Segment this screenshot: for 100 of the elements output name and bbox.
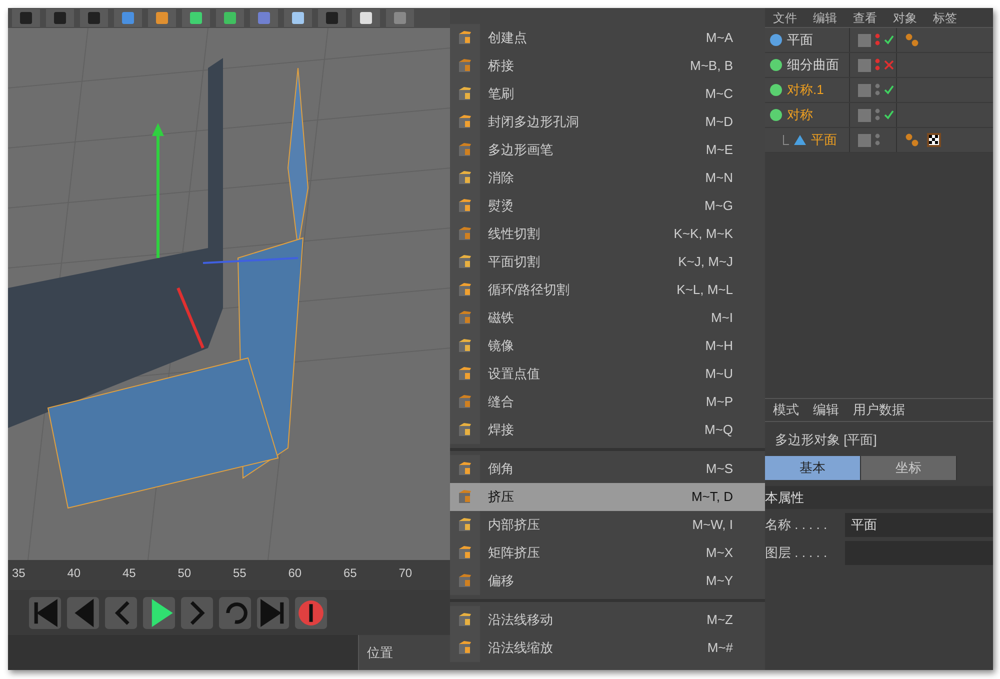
menu-bar-item[interactable]: 标签	[933, 8, 957, 26]
menu-item[interactable]: 创建点 M~A	[450, 24, 765, 52]
menu-item[interactable]: 挤压 M~T, D	[450, 483, 765, 511]
menu-item[interactable]: 焊接 M~Q	[450, 416, 765, 444]
object-icon	[793, 133, 807, 147]
menu-item[interactable]: 内部挤压 M~W, I	[450, 511, 765, 539]
menu-item-label: 创建点	[488, 29, 528, 48]
object-name[interactable]: 平面	[787, 30, 813, 50]
layer-swatch[interactable]	[858, 134, 871, 146]
toolbar-icon[interactable]	[318, 9, 346, 27]
cross-icon[interactable]	[884, 60, 894, 70]
go-to-end-icon[interactable]	[256, 596, 290, 628]
menu-bar-item[interactable]: 文件	[773, 8, 797, 26]
visibility-dots-icon[interactable]	[875, 108, 880, 122]
menu-item[interactable]: 倒角 M~S	[450, 455, 765, 483]
menu-item[interactable]: 桥接 M~B, B	[450, 52, 765, 80]
tag-icon[interactable]	[905, 33, 919, 47]
timeline-tick-label: 50	[176, 565, 192, 582]
toolbar-icon[interactable]	[46, 9, 74, 27]
toolbar-icon[interactable]	[80, 9, 108, 27]
shortcut-label: M~E	[706, 141, 733, 160]
visibility-dots-icon[interactable]	[875, 83, 880, 97]
menu-item[interactable]: 平面切割 K~J, M~J	[450, 248, 765, 276]
toolbar-icon[interactable]	[216, 9, 244, 27]
shortcut-label: K~L, M~L	[676, 281, 733, 300]
menu-item[interactable]: 线性切割 K~K, M~K	[450, 220, 765, 248]
toolbar-icon[interactable]	[12, 9, 40, 27]
tag-icon[interactable]	[905, 133, 919, 147]
object-name[interactable]: 平面	[811, 130, 837, 150]
tool-icon	[456, 309, 474, 327]
menu-bar-item[interactable]: 编辑	[813, 400, 839, 420]
layer-swatch[interactable]	[858, 108, 871, 122]
menu-item-label: 沿法线缩放	[488, 639, 554, 658]
tool-icon	[456, 393, 474, 411]
visibility-dots-icon[interactable]	[875, 58, 880, 72]
play-icon[interactable]	[142, 596, 176, 628]
tab[interactable]: 基本	[765, 456, 861, 480]
menu-item-label: 平面切割	[488, 253, 541, 272]
menu-bar-item[interactable]: 编辑	[813, 8, 837, 26]
toolbar-icon[interactable]	[352, 9, 380, 27]
menu-bar-item[interactable]: 用户数据	[853, 400, 905, 420]
checker-tag-icon[interactable]	[927, 133, 941, 147]
toolbar-icon[interactable]	[114, 9, 142, 27]
go-to-start-icon[interactable]	[28, 596, 62, 628]
menu-item-label: 封闭多边形孔洞	[488, 113, 580, 132]
visibility-dots-icon[interactable]	[875, 33, 880, 47]
check-icon[interactable]	[884, 85, 894, 95]
menu-item[interactable]: 多边形画笔 M~E	[450, 136, 765, 164]
visibility-dots-icon[interactable]	[875, 133, 880, 147]
toolbar-icon[interactable]	[284, 9, 312, 27]
menu-bar-item[interactable]: 查看	[853, 8, 877, 26]
tool-icon	[456, 516, 474, 534]
menu-item[interactable]: 磁铁 M~I	[450, 304, 765, 332]
menu-item[interactable]: 循环/路径切割 K~L, M~L	[450, 276, 765, 304]
tab[interactable]: 坐标	[861, 456, 957, 480]
menu-item[interactable]: 沿法线移动 M~Z	[450, 606, 765, 634]
menu-item[interactable]: 缝合 M~P	[450, 388, 765, 416]
menu-item[interactable]: 封闭多边形孔洞 M~D	[450, 108, 765, 136]
shortcut-label: M~D	[705, 113, 733, 132]
previous-key-icon[interactable]	[66, 596, 100, 628]
toolbar-icon[interactable]	[182, 9, 210, 27]
shortcut-label: M~Q	[704, 421, 733, 440]
record-icon[interactable]	[294, 596, 328, 628]
object-icon	[769, 58, 783, 72]
timeline-tick-label: 70	[398, 565, 414, 582]
menu-item[interactable]: 偏移 M~Y	[450, 567, 765, 595]
object-row[interactable]: 对称.1	[765, 78, 993, 103]
object-name[interactable]: 对称.1	[787, 80, 824, 100]
menu-item[interactable]: 消除 M~N	[450, 164, 765, 192]
object-name[interactable]: 对称	[787, 105, 813, 125]
check-icon[interactable]	[884, 35, 894, 45]
layer-swatch[interactable]	[858, 58, 871, 72]
object-name[interactable]: 细分曲面	[787, 55, 839, 75]
toolbar-icon[interactable]	[148, 9, 176, 27]
menu-bar-item[interactable]: 模式	[773, 400, 799, 420]
check-icon[interactable]	[884, 110, 894, 120]
menu-item[interactable]: 矩阵挤压 M~X	[450, 539, 765, 567]
menu-item[interactable]: 笔刷 M~C	[450, 80, 765, 108]
layer-swatch[interactable]	[858, 84, 871, 96]
loop-icon[interactable]	[218, 596, 252, 628]
object-row[interactable]: 细分曲面	[765, 53, 993, 78]
object-row[interactable]: 平面	[765, 28, 993, 53]
layer-swatch[interactable]	[858, 34, 871, 46]
menu-bar-item[interactable]: 对象	[893, 8, 917, 26]
text-field[interactable]	[845, 541, 993, 565]
viewport-drawing[interactable]	[8, 28, 450, 560]
menu-item[interactable]: 镜像 M~H	[450, 332, 765, 360]
menu-item[interactable]: 沿法线缩放 M~#	[450, 634, 765, 662]
text-field[interactable]: 平面	[845, 513, 993, 537]
object-row[interactable]: 平面	[765, 128, 993, 153]
shortcut-label: M~X	[706, 544, 733, 562]
menu-item[interactable]: 熨烫 M~G	[450, 192, 765, 220]
object-icon	[769, 33, 783, 47]
menu-item[interactable]: 设置点值 M~U	[450, 360, 765, 388]
tool-icon	[456, 85, 474, 103]
tree-line	[783, 135, 789, 145]
shortcut-label: M~B, B	[690, 57, 733, 76]
object-row[interactable]: 对称	[765, 103, 993, 128]
attributes-title: 多边形对象 [平面]	[774, 431, 878, 449]
menu-item-label: 设置点值	[488, 365, 541, 384]
